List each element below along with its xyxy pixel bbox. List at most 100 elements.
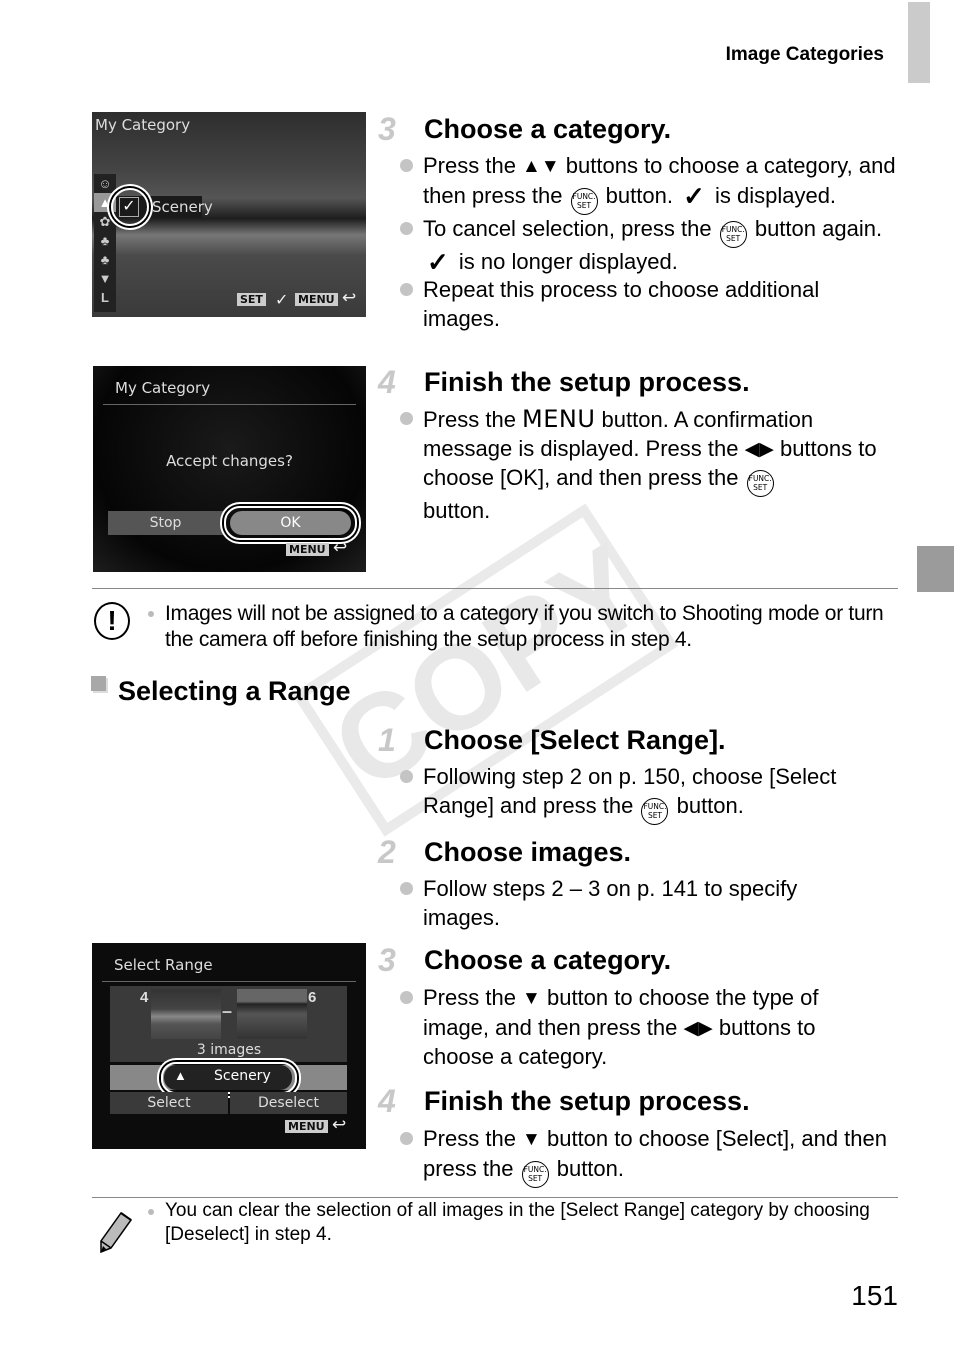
func-label: FUNC. [643,801,667,811]
chapter-tab-top [908,2,930,83]
deselect-button[interactable]: Deselect [230,1092,347,1114]
pencil-icon-graphic [100,1211,133,1254]
pencil-icon [97,1210,135,1255]
screen-select-range: Select Range 4 – 6 3 images ▲ Scenery Se… [92,943,366,1149]
text: Press the [423,407,523,432]
select-button[interactable]: Select [110,1092,228,1114]
step-bullets: Press the ▲▼ buttons to choose a categor… [399,152,899,334]
set-label: SET [647,810,663,820]
step-number: 4 [378,364,396,400]
set-label: SET [753,483,768,493]
section-title: Selecting a Range [118,676,351,706]
step-bullets: Press the MENU button. A confirmation me… [399,405,899,526]
check-icon: ✓ [275,292,289,309]
memo-note: You can clear the selection of all image… [148,1199,878,1247]
screen-title: Select Range [114,956,213,974]
step-number: 3 [378,942,396,978]
memo-text: You can clear the selection of all image… [165,1200,870,1245]
back-icon: ↩ [342,288,357,307]
step-bullets: Press the ▼ button to choose [Select], a… [399,1125,899,1188]
menu-button-icon: MENU [522,405,596,433]
divider [92,588,898,589]
bullet-item: Press the ▼ button to choose the type of… [399,984,879,1072]
text: is displayed. [708,182,837,208]
func-set-icon: FUNC. SET [641,797,669,825]
start-thumbnail[interactable] [151,989,221,1039]
bullet-item: Repeat this process to choose additional… [399,276,899,333]
step-number: 4 [378,1083,396,1119]
set-label: SET [577,200,592,210]
highlight-ring [111,188,149,226]
caution-text: Images will not be assigned to a categor… [165,602,884,651]
divider [92,1197,898,1198]
event-icon: ♣ [100,233,110,248]
bullet-item: Follow steps 2 – 3 on p. 141 to specify … [399,875,859,932]
checkmark-icon: ✓ [427,246,449,277]
section-marker-icon [91,676,106,691]
screen-my-category-confirm: My Category Accept changes? Stop OK MENU… [93,366,366,572]
left-right-arrows-icon: ◀▶ [683,1017,713,1039]
chapter-tab-side [917,546,954,592]
text: button. [599,182,680,208]
step-title: Choose a category. [424,945,672,975]
bullet-item: Press the ▼ button to choose [Select], a… [399,1125,899,1188]
text: To cancel selection, press the [423,215,718,241]
step-number: 1 [378,722,396,758]
menu-chip: MENU [295,293,338,306]
back-icon: ↩ [333,538,348,557]
stop-button[interactable]: Stop [108,511,223,535]
bullet-item: To cancel selection, press the FUNC. SET … [399,215,899,277]
step-title: Choose [Select Range]. [424,725,726,755]
page-number: 151 [851,1280,898,1311]
caution-icon: ! [94,602,130,640]
down-arrow-icon: ▼ [98,271,112,286]
text: button again. [748,215,883,241]
text: button. [550,1155,624,1181]
func-label: FUNC. [523,1164,547,1174]
screen-title: My Category [95,116,191,134]
func-set-icon: FUNC. SET [570,187,598,215]
end-thumbnail[interactable] [237,989,307,1039]
menu-chip: MENU [285,1120,328,1133]
set-label: SET [726,233,741,243]
bullet-item: Press the MENU button. A confirmation me… [399,405,899,526]
text: Press the [423,1126,523,1151]
step-bullets: Follow steps 2 – 3 on p. 141 to specify … [399,875,859,932]
up-down-arrows-icon: ▲▼ [522,156,560,177]
bullet-dot [148,611,154,617]
end-index: 6 [308,989,317,1006]
event2-icon: ♣ [100,252,110,267]
checkmark-icon: ✓ [683,180,705,211]
step-number: 3 [378,111,396,147]
step-title: Finish the setup process. [424,367,750,397]
text: Press the [423,153,523,178]
image-count: 3 images [196,1042,262,1058]
screen-my-category-select: My Category ☺ ▲ ✿ ♣ ♣ ▼ L ✓ Scenery SET … [92,112,366,317]
start-index: 4 [140,989,149,1006]
bullet-item: Following step 2 on p. 150, choose [Sele… [399,763,899,825]
caution-note: Images will not be assigned to a categor… [148,601,898,653]
screen-title: My Category [115,379,211,397]
set-chip: SET [237,293,266,306]
left-right-arrows-icon: ◀▶ [744,438,774,460]
people-icon: ☺ [98,176,112,191]
text: button. [670,792,744,818]
category-label: Scenery [152,198,213,216]
down-arrow-icon: ▼ [522,1129,541,1150]
title-divider [102,981,356,982]
step-title: Finish the setup process. [424,1086,750,1116]
running-header: Image Categories [725,44,884,65]
highlight-ring [224,506,357,540]
text: Follow steps 2 – 3 on p. 141 to specify … [423,876,798,930]
resolution-icon: L [101,290,109,305]
text: Press the [423,985,523,1010]
category-label: Scenery [214,1068,271,1084]
step-title: Choose a category. [424,114,672,144]
func-label: FUNC. [572,191,596,201]
title-divider [103,404,356,405]
range-dash: – [222,1001,233,1021]
text: Repeat this process to choose additional… [423,277,820,332]
set-label: SET [528,1173,543,1183]
text: button. [423,498,491,524]
bullet-item: Press the ▲▼ buttons to choose a categor… [399,152,899,215]
